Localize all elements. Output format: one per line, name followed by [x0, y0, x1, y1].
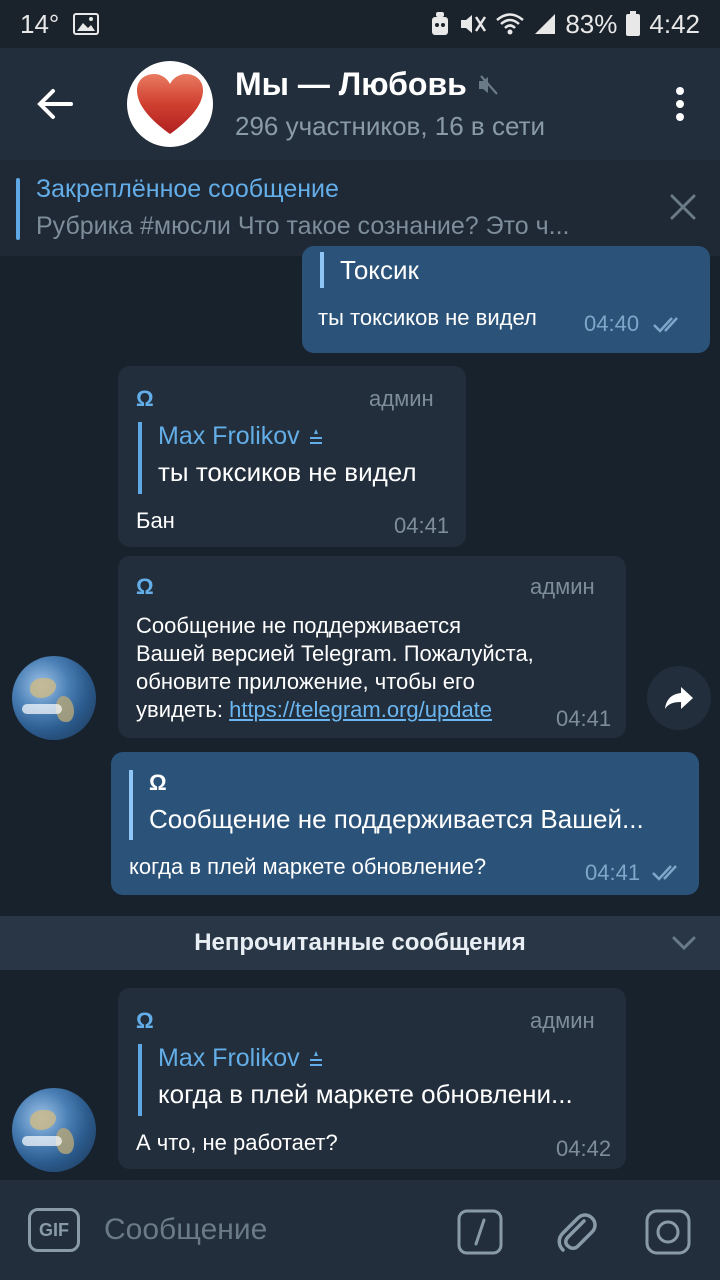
wifi-icon: [495, 12, 525, 36]
pinned-accent-bar: [16, 178, 20, 240]
heart-icon: [137, 74, 203, 134]
message-bubble-outgoing[interactable]: Ω Сообщение не поддерживается Вашей... к…: [111, 752, 699, 895]
unread-messages-divider: Непрочитанные сообщения: [0, 916, 720, 970]
message-text-line: обновите приложение, чтобы его: [136, 669, 475, 694]
reply-preview[interactable]: Max Frolikov когда в плей маркете обновл…: [138, 1044, 608, 1116]
forward-arrow-icon: [665, 687, 693, 709]
message-time: 04:41: [556, 706, 612, 731]
admin-role-label: админ: [369, 386, 434, 411]
reply-text: когда в плей маркете обновлени...: [158, 1079, 573, 1109]
reply-sender: Max Frolikov: [158, 422, 448, 451]
reply-preview[interactable]: Max Frolikov ты токсиков не видел: [138, 422, 448, 494]
update-link[interactable]: https://telegram.org/update: [229, 697, 492, 722]
read-checkmarks-icon: [652, 865, 677, 881]
gif-button[interactable]: GIF: [28, 1208, 80, 1252]
more-vertical-icon: [676, 87, 684, 121]
read-checkmarks-icon: [653, 317, 678, 333]
sender-name[interactable]: Ω: [136, 574, 154, 600]
battery-percent: 83%: [565, 8, 618, 39]
reply-text: Сообщение не поддерживается Вашей...: [149, 804, 644, 834]
message-bubble-incoming[interactable]: Ω админ Max Frolikov когда в плей маркет…: [118, 988, 626, 1169]
message-time: 04:41: [585, 860, 641, 885]
message-text-line: Вашей версией Telegram. Пожалуйста,: [136, 641, 534, 666]
pinned-close-button[interactable]: [668, 192, 698, 222]
message-text-line: Сообщение не поддерживается: [136, 613, 462, 638]
reply-text: Токсик: [340, 255, 419, 285]
message-text: ты токсиков не видел: [318, 305, 537, 330]
reply-sender-name: Ω: [149, 770, 167, 795]
message-bubble-incoming[interactable]: Ω админ Max Frolikov ты токсиков не виде…: [118, 366, 466, 547]
unread-divider-label: Непрочитанные сообщения: [194, 929, 526, 956]
chat-avatar[interactable]: [127, 61, 213, 147]
reply-text: ты токсиков не видел: [158, 457, 417, 487]
reply-sender-name: Max Frolikov: [158, 1044, 300, 1072]
attach-button[interactable]: [552, 1208, 600, 1256]
clock: 4:42: [649, 8, 700, 39]
pinned-message[interactable]: Закреплённое сообщение Рубрика #мюсли Чт…: [0, 160, 720, 256]
message-time: 04:42: [556, 1136, 612, 1161]
bot-icon: [309, 1050, 322, 1066]
pinned-title: Закреплённое сообщение: [36, 175, 339, 203]
message-input-bar: GIF: [0, 1180, 720, 1280]
pinned-preview: Рубрика #мюсли Что такое сознание? Это ч…: [36, 212, 570, 240]
chat-header: Мы — Любовь 296 участников, 16 в сети: [0, 48, 720, 160]
reply-sender: Max Frolikov: [158, 1044, 608, 1073]
battery-icon: [625, 11, 641, 37]
commands-button[interactable]: [456, 1208, 504, 1256]
message-text: когда в плей маркете обновление?: [129, 854, 487, 879]
image-notification-icon: [73, 13, 100, 35]
close-icon: [670, 194, 696, 220]
sender-avatar[interactable]: [12, 1088, 96, 1172]
reply-preview[interactable]: Ω Сообщение не поддерживается Вашей...: [129, 770, 681, 840]
message-text: А что, не работает?: [136, 1130, 338, 1155]
message-time: 04:41: [394, 513, 450, 538]
back-button[interactable]: [0, 48, 110, 160]
mute-icon: [459, 11, 487, 37]
sender-avatar[interactable]: [12, 656, 96, 740]
reply-sender-name: Max Frolikov: [158, 422, 300, 450]
message-input[interactable]: [104, 1213, 424, 1247]
chat-area[interactable]: Токсик ты токсиков не видел 04:40 Ω адми…: [0, 246, 720, 1180]
message-time: 04:40: [584, 311, 640, 336]
sender-name[interactable]: Ω: [136, 386, 154, 412]
back-arrow-icon: [37, 89, 73, 119]
message-text-line: увидеть: https://telegram.org/update: [136, 696, 492, 724]
message-text: Бан: [136, 508, 175, 533]
admin-role-label: админ: [530, 574, 595, 599]
bot-icon: [309, 428, 322, 444]
admin-role-label: админ: [530, 1008, 595, 1033]
message-bubble-outgoing[interactable]: Токсик ты токсиков не видел 04:40: [302, 246, 710, 353]
chat-subtitle: 296 участников, 16 в сети: [235, 111, 545, 141]
sender-name[interactable]: Ω: [136, 1008, 154, 1034]
paperclip-icon: [557, 1213, 597, 1252]
muted-speaker-icon: [478, 74, 498, 95]
message-bubble-incoming[interactable]: Ω админ Сообщение не поддерживается Ваше…: [118, 556, 626, 738]
forward-button[interactable]: [647, 666, 711, 730]
signal-icon: [533, 12, 557, 36]
camera-icon: [645, 1209, 691, 1255]
slash-command-icon: [457, 1209, 503, 1255]
camera-button[interactable]: [644, 1208, 692, 1256]
chat-title[interactable]: Мы — Любовь: [235, 66, 467, 103]
status-bar: 14° 83% 4:42: [0, 0, 720, 48]
reply-preview[interactable]: Токсик: [320, 252, 419, 288]
temperature-text: 14°: [20, 8, 60, 39]
chevron-down-icon[interactable]: [670, 929, 698, 957]
message-text-prefix: увидеть:: [136, 697, 230, 722]
more-menu-button[interactable]: [650, 48, 710, 160]
android-icon: [429, 11, 451, 37]
